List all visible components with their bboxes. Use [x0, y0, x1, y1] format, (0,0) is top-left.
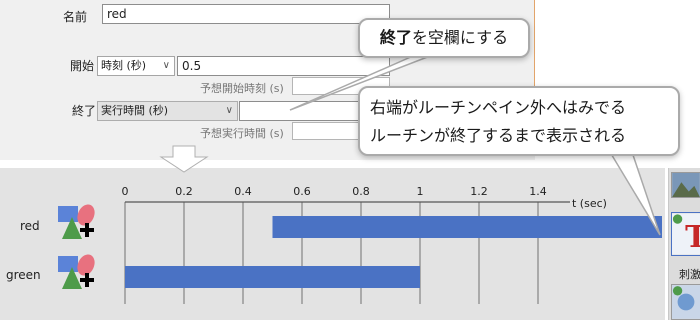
- svg-text:T: T: [685, 220, 700, 255]
- routine-timeline: red green 0 0.2 0.4 0.6 0.8 1 1.2 1.4 t (sec): [0, 168, 665, 320]
- axis-unit-label: t (sec): [572, 197, 607, 210]
- start-type-select[interactable]: 時刻 (秒) ∨: [97, 56, 175, 76]
- callout-clear-end: 終了を空欄にする: [358, 18, 530, 58]
- tick-label: 0: [122, 185, 129, 198]
- end-type-value: 実行時間 (秒): [101, 104, 169, 117]
- tick-label: 0.8: [352, 185, 370, 198]
- components-panel: T 刺激: [668, 168, 700, 320]
- tick-label: 0.6: [293, 185, 311, 198]
- start-value-input[interactable]: 0.5: [177, 56, 390, 76]
- chevron-down-icon: ∨: [162, 60, 170, 71]
- start-type-value: 時刻 (秒): [101, 59, 147, 72]
- callout-top-bold: 終了: [379, 28, 412, 47]
- tick-label: 0.4: [234, 185, 252, 198]
- expected-start-label: 予想開始時刻 (s): [200, 82, 284, 95]
- chevron-down-icon: ∨: [225, 105, 233, 116]
- panel-category-label: 刺激: [679, 268, 700, 281]
- image-thumbnail-icon[interactable]: [671, 172, 700, 198]
- tick-label: 1.4: [529, 185, 547, 198]
- tick-label: 1.2: [470, 185, 488, 198]
- callout-overflow-note: 右端がルーチンペイン外へはみでる ルーチンが終了するまで表示される: [358, 86, 680, 156]
- end-label: 終了: [72, 104, 97, 118]
- text-component-icon[interactable]: T: [671, 212, 700, 256]
- name-label: 名前: [63, 10, 88, 24]
- tick-label: 1: [417, 185, 424, 198]
- name-input[interactable]: red: [102, 4, 390, 24]
- callout-right-line1: 右端がルーチンペイン外へはみでる: [370, 98, 627, 117]
- callout-right-line2: ルーチンが終了するまで表示される: [370, 126, 627, 145]
- tick-label: 0.2: [175, 185, 193, 198]
- timeline-bar-green: [125, 266, 420, 288]
- timeline-bar-red: [272, 216, 662, 238]
- timeline-plot: 0 0.2 0.4 0.6 0.8 1 1.2 1.4 t (sec): [122, 185, 662, 304]
- end-type-select[interactable]: 実行時間 (秒) ∨: [97, 101, 238, 121]
- expected-duration-label: 予想実行時間 (s): [200, 127, 284, 140]
- callout-top-text: を空欄にする: [411, 28, 509, 47]
- start-label: 開始: [70, 59, 95, 73]
- stimulus-component-icon[interactable]: [671, 284, 700, 320]
